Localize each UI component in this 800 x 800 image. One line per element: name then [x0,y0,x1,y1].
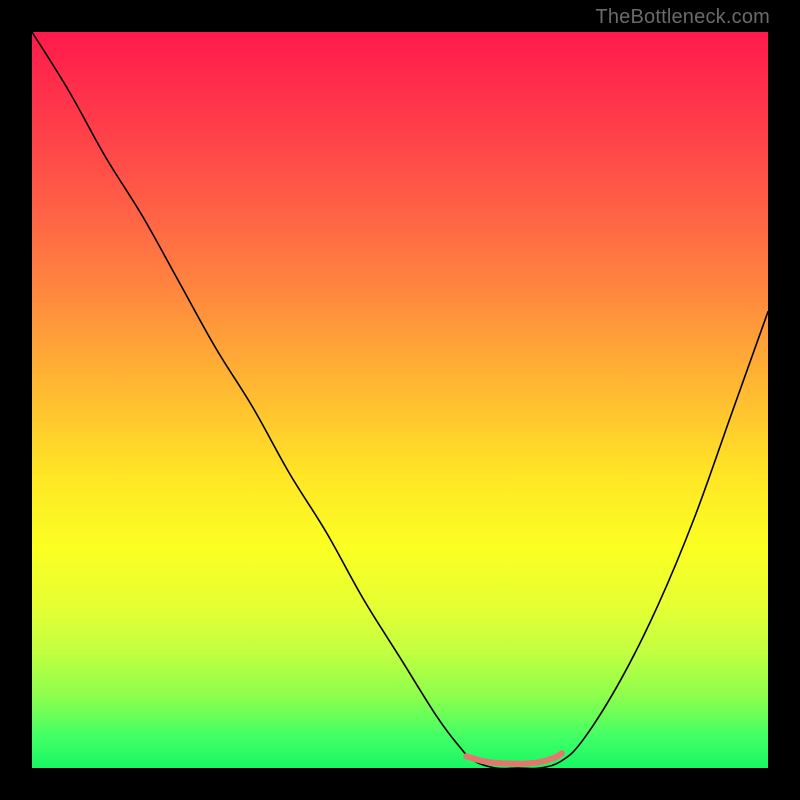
chart-svg [32,32,768,768]
chart-frame: TheBottleneck.com [0,0,800,800]
watermark-text: TheBottleneck.com [595,6,770,29]
plot-area [32,32,768,768]
optimal-band-path [466,753,562,763]
bottleneck-curve-path [32,32,768,768]
